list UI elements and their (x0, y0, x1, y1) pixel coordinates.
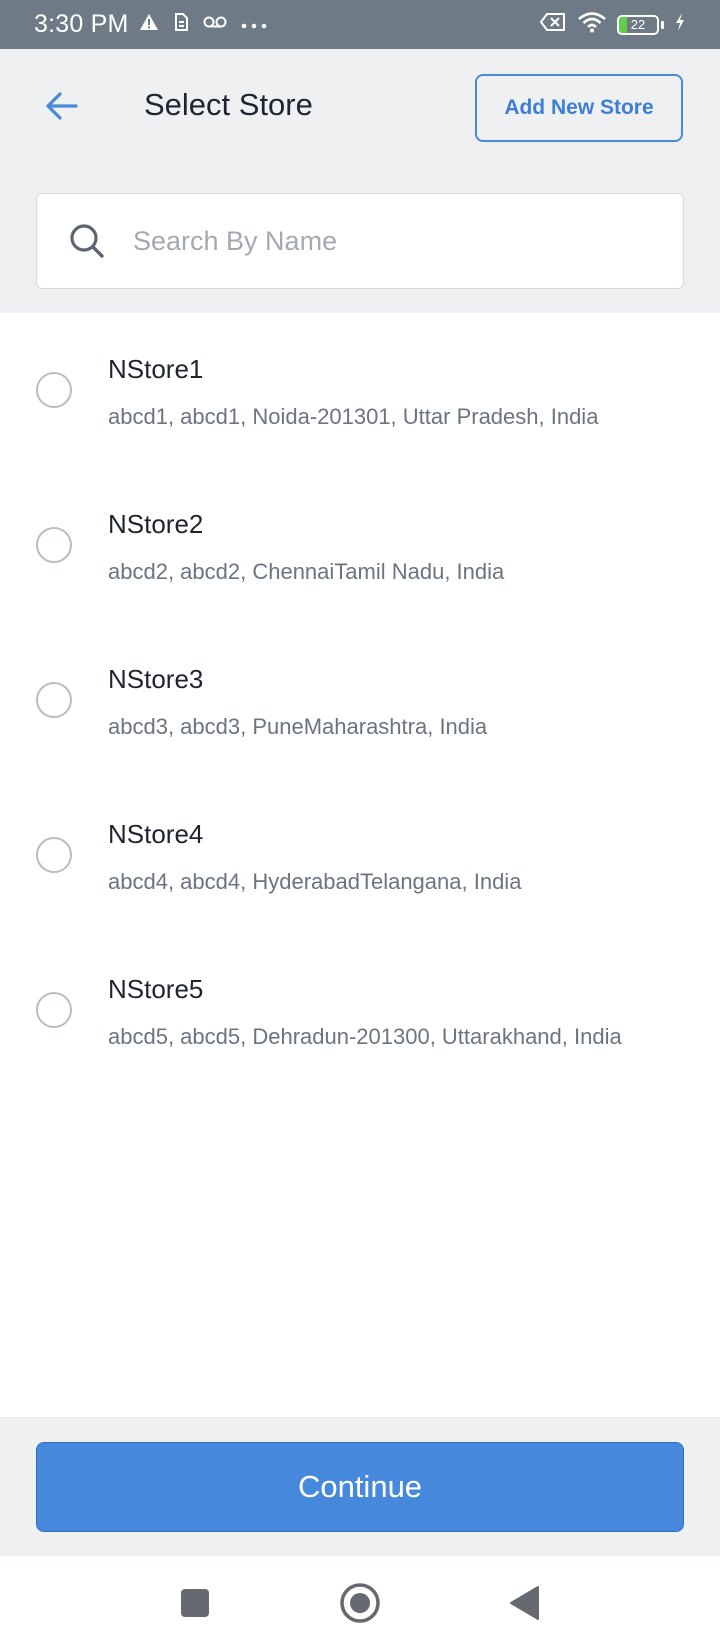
battery-tip (661, 20, 664, 29)
home-circle-icon (340, 1583, 380, 1623)
sim-icon (173, 12, 189, 37)
system-nav-bar (0, 1556, 720, 1650)
store-name: NStore5 (108, 974, 204, 1004)
store-list: NStore1 abcd1, abcd1, Noida-201301, Utta… (0, 313, 720, 1088)
battery-level: 22 (630, 17, 646, 32)
voicemail-icon (203, 15, 227, 34)
page-title: Select Store (144, 87, 313, 122)
store-address: abcd4, abcd4, HyderabadTelangana, India (108, 869, 522, 894)
store-radio[interactable] (36, 527, 72, 563)
store-address: abcd2, abcd2, ChennaiTamil Nadu, India (108, 559, 505, 584)
more-dots-icon (241, 16, 267, 34)
store-item[interactable]: NStore1 abcd1, abcd1, Noida-201301, Utta… (0, 313, 720, 468)
recents-square-icon (181, 1589, 209, 1617)
store-radio[interactable] (36, 372, 72, 408)
store-item[interactable]: NStore5 abcd5, abcd5, Dehradun-201300, U… (0, 933, 720, 1088)
store-address: abcd1, abcd1, Noida-201301, Uttar Prades… (108, 404, 599, 429)
store-radio[interactable] (36, 837, 72, 873)
footer: Continue (0, 1417, 720, 1556)
store-name: NStore2 (108, 509, 204, 539)
no-sim-icon (539, 12, 567, 37)
add-new-store-button[interactable]: Add New Store (475, 74, 683, 142)
store-item[interactable]: NStore2 abcd2, abcd2, ChennaiTamil Nadu,… (0, 468, 720, 623)
arrow-left-icon (46, 92, 78, 120)
status-notification-icons (139, 12, 267, 37)
store-item[interactable]: NStore4 abcd4, abcd4, HyderabadTelangana… (0, 778, 720, 933)
back-nav-button[interactable] (502, 1580, 548, 1626)
back-button[interactable] (38, 83, 84, 129)
search-input[interactable] (133, 225, 613, 257)
store-address: abcd3, abcd3, PuneMaharashtra, India (108, 714, 488, 739)
store-item[interactable]: NStore3 abcd3, abcd3, PuneMaharashtra, I… (0, 623, 720, 778)
store-radio[interactable] (36, 682, 72, 718)
store-radio[interactable] (36, 992, 72, 1028)
status-system-icons: 22 (539, 11, 686, 38)
back-triangle-icon (510, 1586, 539, 1620)
status-time: 3:30 PM (34, 10, 129, 38)
home-button[interactable] (337, 1580, 383, 1626)
search-icon (70, 224, 104, 258)
battery-icon: 22 (617, 14, 659, 35)
continue-button[interactable]: Continue (36, 1442, 684, 1532)
header: Select Store Add New Store (0, 49, 720, 313)
status-bar: 3:30 PM 22 (0, 0, 720, 49)
store-address: abcd5, abcd5, Dehradun-201300, Uttarakha… (108, 1024, 622, 1049)
store-name: NStore4 (108, 819, 204, 849)
battery-fill (619, 16, 628, 33)
wifi-icon (577, 11, 607, 38)
search-box[interactable] (36, 193, 684, 289)
store-name: NStore1 (108, 354, 204, 384)
charging-icon (674, 12, 686, 37)
store-name: NStore3 (108, 664, 204, 694)
warning-icon (139, 13, 159, 36)
recents-button[interactable] (172, 1580, 218, 1626)
